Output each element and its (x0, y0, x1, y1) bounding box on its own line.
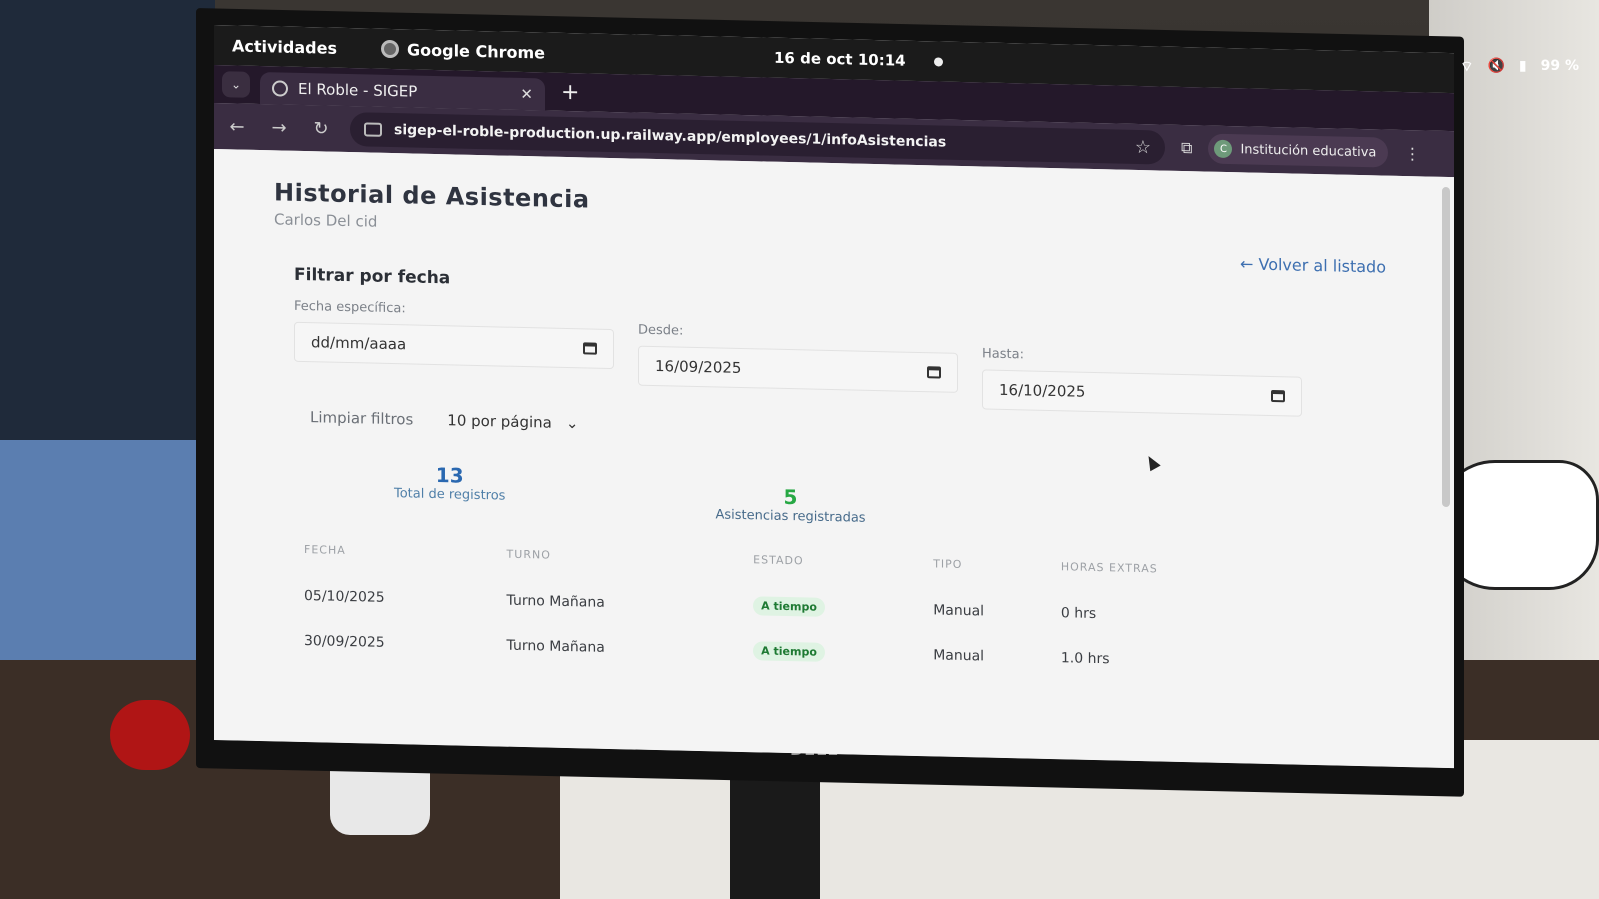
cell-turno: Turno Mañana (506, 637, 605, 656)
battery-icon: ▮ (1518, 58, 1527, 74)
tab-search-button[interactable]: ⌄ (222, 71, 250, 98)
screen: Actividades Google Chrome 16 de oct 10:1… (214, 25, 1454, 769)
header-fecha: FECHA (304, 543, 346, 557)
to-date-value: 16/10/2025 (999, 380, 1086, 401)
clock[interactable]: 16 de oct 10:14 (774, 49, 906, 70)
attendance-stat: 5 Asistencias registradas (715, 483, 866, 526)
status-badge: A tiempo (753, 596, 825, 617)
date-filters: Fecha específica: dd/mm/aaaa Desde: 16/0… (294, 299, 1394, 419)
back-arrow-icon[interactable]: ← (224, 116, 250, 138)
volume-muted-icon: 🔇 (1487, 58, 1505, 74)
status-badge: A tiempo (753, 641, 825, 662)
mouse-cursor-icon (1143, 453, 1161, 472)
back-to-list-link[interactable]: ← Volver al listado (1240, 254, 1386, 276)
new-tab-button[interactable]: + (561, 80, 579, 105)
to-date-field: Hasta: 16/10/2025 (982, 346, 1302, 417)
activities-button[interactable]: Actividades (232, 36, 337, 57)
stats-summary: 13 Total de registros 5 Asistencias regi… (394, 462, 1394, 538)
specific-date-input[interactable]: dd/mm/aaaa (294, 321, 614, 370)
cell-fecha: 05/10/2025 (304, 587, 385, 606)
profile-button[interactable]: C Institución educativa (1208, 133, 1389, 168)
calendar-icon[interactable] (927, 366, 941, 379)
header-tipo: TIPO (933, 557, 963, 571)
per-page-value: 10 por página (447, 411, 552, 432)
cell-fecha: 30/09/2025 (304, 632, 385, 651)
site-settings-icon[interactable] (364, 122, 382, 137)
attendance-table: FECHA TURNO ESTADO TIPO HORAS EXTRAS 05/… (304, 543, 1304, 689)
per-page-select[interactable]: 10 por página ⌄ (447, 411, 578, 432)
chevron-down-icon: ⌄ (565, 413, 579, 433)
from-date-label: Desde: (638, 322, 684, 339)
header-turno: TURNO (506, 547, 551, 562)
header-estado: ESTADO (753, 553, 804, 568)
avatar: C (1214, 139, 1233, 159)
forward-arrow-icon[interactable]: → (266, 117, 292, 139)
calendar-icon[interactable] (583, 342, 597, 355)
menu-kebab-icon[interactable]: ⋮ (1404, 144, 1420, 163)
extensions-icon[interactable]: ⧉ (1181, 138, 1192, 158)
total-records-stat: 13 Total de registros (394, 462, 505, 518)
cell-estado: A tiempo (753, 631, 933, 680)
total-records-value: 13 (435, 463, 464, 488)
cell-horas: 1.0 hrs (1060, 649, 1110, 667)
specific-date-placeholder: dd/mm/aaaa (311, 333, 407, 354)
clear-filters-button[interactable]: Limpiar filtros (310, 408, 413, 428)
system-tray[interactable]: ⌔ 🔇 ▮ 99 % (1460, 58, 1579, 76)
tab-close-icon[interactable]: ✕ (520, 85, 533, 103)
cell-horas: 0 hrs (1060, 604, 1097, 622)
to-date-input[interactable]: 16/10/2025 (982, 369, 1302, 417)
calendar-icon[interactable] (1271, 389, 1285, 403)
cell-tipo: Manual (933, 601, 985, 619)
computer-mouse (110, 700, 190, 770)
specific-date-field: Fecha específica: dd/mm/aaaa (294, 299, 614, 401)
url-text: sigep-el-roble-production.up.railway.app… (394, 122, 947, 151)
app-menu[interactable]: Google Chrome (381, 39, 545, 62)
page-content: Historial de Asistencia Carlos Del cid ←… (214, 149, 1454, 769)
cell-tipo: Manual (933, 646, 985, 664)
person-jeans (0, 440, 215, 680)
attendance-label: Asistencias registradas (715, 507, 866, 526)
app-name: Google Chrome (407, 39, 546, 63)
profile-name: Institución educativa (1240, 141, 1377, 160)
header-horas-extras: HORAS EXTRAS (1060, 560, 1158, 576)
cell-estado: A tiempo (753, 586, 933, 635)
attendance-value: 5 (783, 484, 798, 510)
globe-icon (272, 80, 288, 97)
page-scrollbar[interactable] (1442, 186, 1450, 508)
specific-date-label: Fecha específica: (294, 298, 406, 317)
bookmark-star-icon[interactable]: ☆ (1135, 136, 1151, 157)
reload-icon[interactable]: ↻ (308, 118, 334, 140)
tab-title: El Roble - SIGEP (298, 79, 418, 101)
status-dot-icon (934, 56, 943, 67)
to-date-label: Hasta: (982, 346, 1024, 363)
chrome-icon (381, 39, 399, 59)
from-date-field: Desde: 16/09/2025 (638, 323, 958, 409)
from-date-input[interactable]: 16/09/2025 (638, 345, 958, 393)
wifi-icon: ⌔ (1460, 59, 1474, 75)
from-date-value: 16/09/2025 (655, 357, 742, 377)
total-records-label: Total de registros (394, 486, 506, 504)
battery-level: 99 % (1540, 58, 1579, 74)
cell-turno: Turno Mañana (506, 592, 605, 611)
